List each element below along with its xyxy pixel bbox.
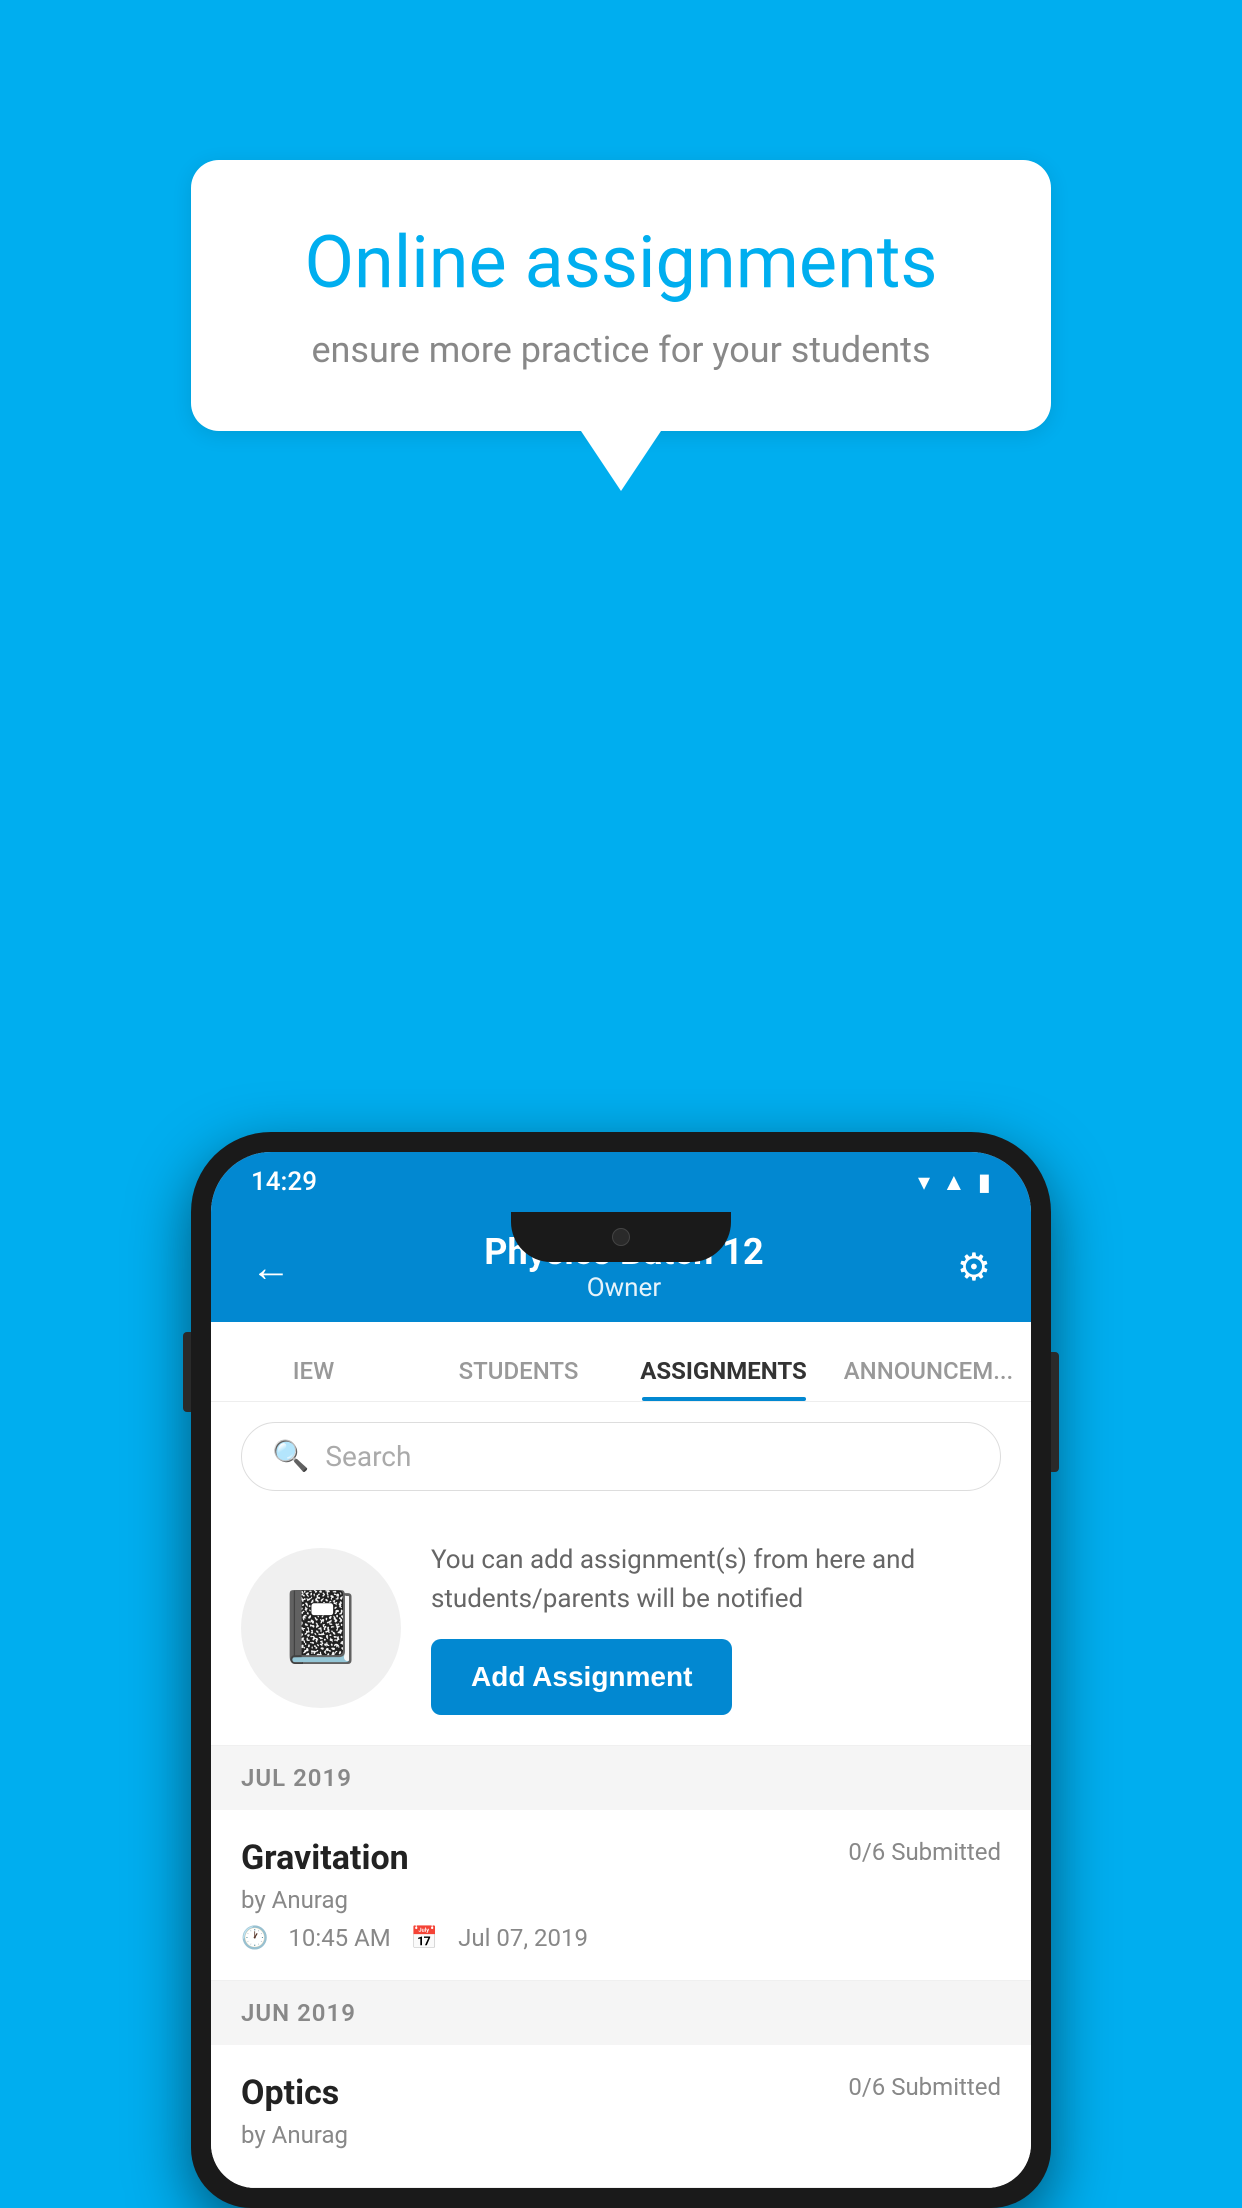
speech-bubble-title: Online assignments — [261, 220, 981, 305]
phone-wrapper: 14:29 ▾ ▲ ▮ ← Physics Batch 12 Owner ⚙ — [191, 1132, 1051, 2208]
assignment-name-gravitation: Gravitation — [241, 1838, 409, 1878]
speech-bubble: Online assignments ensure more practice … — [191, 160, 1051, 431]
search-placeholder: Search — [325, 1440, 411, 1473]
back-button[interactable]: ← — [251, 1244, 291, 1291]
phone-button-right — [1051, 1352, 1059, 1472]
tab-students[interactable]: STUDENTS — [416, 1357, 621, 1401]
assignment-author-gravitation: by Anurag — [241, 1886, 1001, 1914]
assignment-name-optics: Optics — [241, 2073, 339, 2113]
tab-assignments[interactable]: ASSIGNMENTS — [621, 1357, 826, 1401]
phone-outer: 14:29 ▾ ▲ ▮ ← Physics Batch 12 Owner ⚙ — [191, 1132, 1051, 2208]
camera-dot — [612, 1228, 630, 1246]
section-header-jul: JUL 2019 — [211, 1746, 1031, 1810]
search-input-wrapper[interactable]: 🔍 Search — [241, 1422, 1001, 1491]
assignment-author-optics: by Anurag — [241, 2121, 1001, 2149]
clock-icon: 🕐 — [241, 1926, 268, 1951]
search-container: 🔍 Search — [211, 1402, 1031, 1511]
notch-overlay — [511, 1212, 731, 1262]
assignment-submitted-optics: 0/6 Submitted — [848, 2073, 1001, 2101]
assignment-time-gravitation: 10:45 AM — [288, 1924, 390, 1952]
phone-button-left — [183, 1332, 191, 1412]
speech-bubble-container: Online assignments ensure more practice … — [191, 160, 1051, 491]
phone-screen: 14:29 ▾ ▲ ▮ ← Physics Batch 12 Owner ⚙ — [211, 1152, 1031, 2188]
assignment-item-gravitation[interactable]: Gravitation 0/6 Submitted by Anurag 🕐 10… — [211, 1810, 1031, 1981]
notebook-icon: 📓 — [277, 1587, 364, 1669]
assignment-meta-gravitation: 🕐 10:45 AM 📅 Jul 07, 2019 — [241, 1924, 1001, 1952]
info-section: 📓 You can add assignment(s) from here an… — [211, 1511, 1031, 1746]
speech-bubble-subtitle: ensure more practice for your students — [261, 329, 981, 371]
info-description: You can add assignment(s) from here and … — [431, 1541, 1001, 1619]
assignment-date-gravitation: Jul 07, 2019 — [458, 1924, 588, 1952]
tab-announcements[interactable]: ANNOUNCEM... — [826, 1357, 1031, 1401]
settings-icon[interactable]: ⚙ — [957, 1245, 991, 1290]
assignment-item-optics[interactable]: Optics 0/6 Submitted by Anurag — [211, 2045, 1031, 2188]
header-subtitle: Owner — [484, 1273, 763, 1303]
speech-bubble-tail — [581, 431, 661, 491]
status-bar: 14:29 ▾ ▲ ▮ — [211, 1152, 1031, 1212]
battery-icon: ▮ — [978, 1168, 991, 1196]
calendar-icon: 📅 — [411, 1926, 438, 1951]
signal-icon: ▲ — [942, 1168, 966, 1197]
wifi-icon: ▾ — [918, 1168, 930, 1196]
section-header-jun: JUN 2019 — [211, 1981, 1031, 2045]
add-assignment-button[interactable]: Add Assignment — [431, 1639, 732, 1715]
info-text-group: You can add assignment(s) from here and … — [431, 1541, 1001, 1715]
assignment-item-top-optics: Optics 0/6 Submitted — [241, 2073, 1001, 2113]
tabs-bar: IEW STUDENTS ASSIGNMENTS ANNOUNCEM... — [211, 1322, 1031, 1402]
search-icon: 🔍 — [272, 1439, 309, 1474]
assignment-icon-circle: 📓 — [241, 1548, 401, 1708]
assignment-submitted-gravitation: 0/6 Submitted — [848, 1838, 1001, 1866]
status-time: 14:29 — [251, 1167, 317, 1197]
status-icons: ▾ ▲ ▮ — [918, 1168, 991, 1197]
assignment-item-top: Gravitation 0/6 Submitted — [241, 1838, 1001, 1878]
tab-overview[interactable]: IEW — [211, 1357, 416, 1401]
